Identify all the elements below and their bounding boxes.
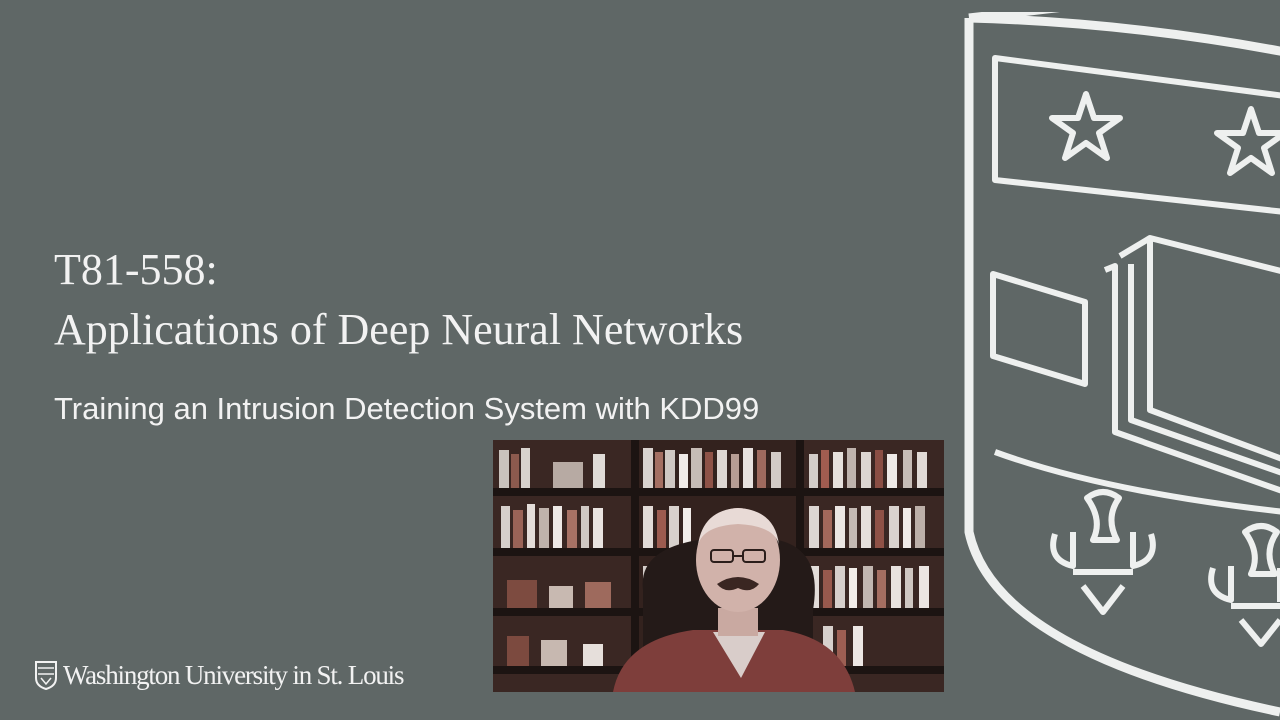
slide: T81-558: Applications of Deep Neural Net…	[0, 0, 1280, 720]
course-code: T81-558:	[54, 245, 218, 294]
shield-crest-icon	[964, 12, 1280, 717]
presenter-webcam-video	[493, 440, 944, 692]
university-name: Washington University in St. Louis	[63, 659, 404, 690]
lecture-subtitle: Training an Intrusion Detection System w…	[54, 391, 760, 426]
university-logo: Washington University in St. Louis	[34, 655, 404, 695]
university-seal-icon	[35, 661, 57, 690]
course-title: Applications of Deep Neural Networks	[54, 305, 744, 354]
